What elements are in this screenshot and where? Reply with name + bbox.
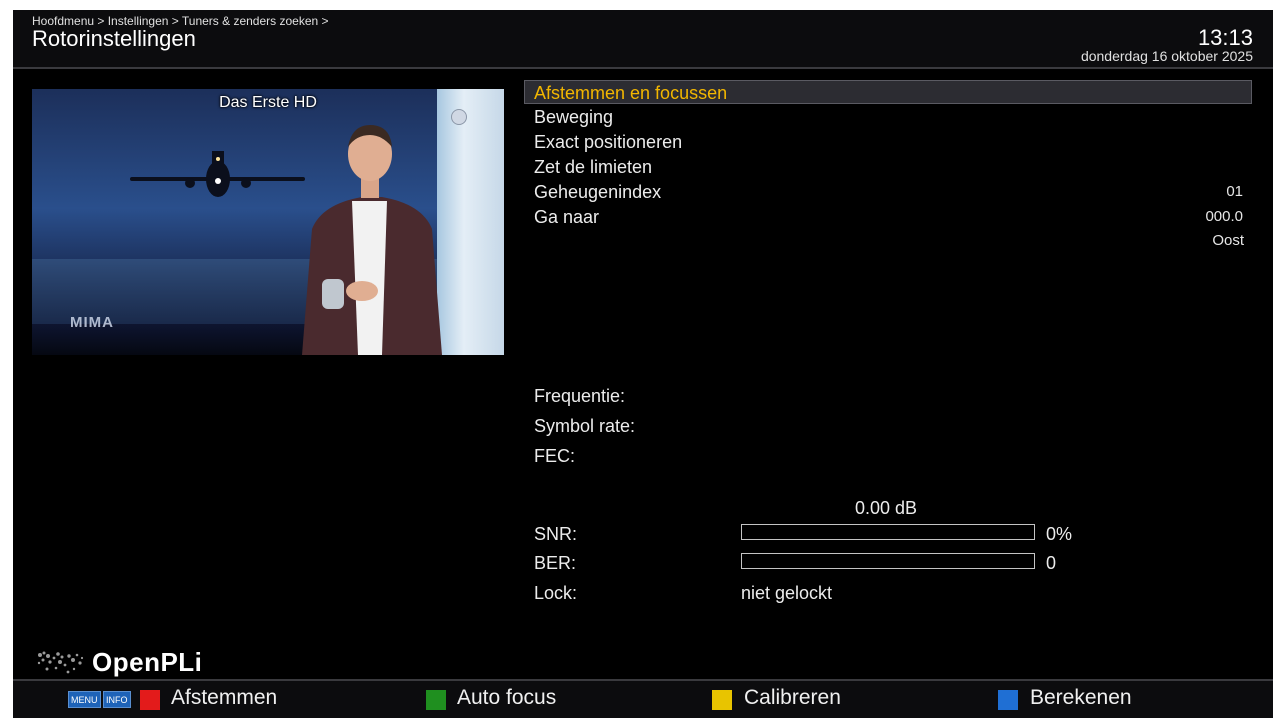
menu-item-zet-de-limieten[interactable]: Zet de limieten <box>524 155 1252 179</box>
footer-bar: MENU INFO Afstemmen Auto focus Calibrere… <box>13 679 1273 718</box>
memory-index-value: 01 <box>1226 183 1243 200</box>
green-key-icon[interactable] <box>426 690 446 710</box>
menu-key-button[interactable]: MENU <box>68 691 101 708</box>
header-bar: Hoofdmenu > Instellingen > Tuners & zend… <box>13 10 1273 69</box>
menu-item-label: Afstemmen en focussen <box>534 83 728 103</box>
tv-preview: Das Erste HD MIMA <box>32 89 504 355</box>
menu-item-label: Geheugenindex <box>534 182 662 202</box>
red-key-label-afstemmen[interactable]: Afstemmen <box>171 686 277 710</box>
menu-item-label: Zet de limieten <box>534 157 653 177</box>
openpli-logo: OpenPLi <box>34 643 234 679</box>
menu-item-label: Beweging <box>534 107 614 127</box>
snr-label: SNR: <box>534 524 578 544</box>
menu-item-beweging[interactable]: Beweging <box>524 105 1252 129</box>
menu-item-exact-positioneren[interactable]: Exact positioneren <box>524 130 1252 154</box>
snr-bar <box>741 524 1035 540</box>
lock-status: niet gelockt <box>741 583 833 603</box>
menu-item-label: Ga naar <box>534 207 600 227</box>
symbol-rate-label: Symbol rate: <box>534 416 636 436</box>
fec-label: FEC: <box>534 446 576 466</box>
signal-db-value: 0.00 dB <box>855 498 918 518</box>
channel-watermark: MIMA <box>70 314 114 331</box>
menu-item-afstemmen-en-focussen[interactable]: Afstemmen en focussen <box>524 80 1252 104</box>
lock-label: Lock: <box>534 583 578 603</box>
world-map-icon <box>37 651 84 674</box>
goto-position-value: 000.0 <box>1205 208 1243 225</box>
red-key-icon[interactable] <box>140 690 160 710</box>
blue-key-label-berekenen[interactable]: Berekenen <box>1030 686 1132 710</box>
menu-item-geheugenindex[interactable]: Geheugenindex 01 <box>524 180 1252 204</box>
brand-name: OpenPLi <box>92 647 203 677</box>
ber-value: 0 <box>1046 553 1057 573</box>
airplane-image <box>130 151 305 197</box>
date: donderdag 16 oktober 2025 <box>1080 48 1253 64</box>
ber-bar <box>741 553 1035 569</box>
yellow-key-label-calibreren[interactable]: Calibreren <box>744 686 841 710</box>
yellow-key-icon[interactable] <box>712 690 732 710</box>
frequency-label: Frequentie: <box>534 386 626 406</box>
rotor-settings-screen: Hoofdmenu > Instellingen > Tuners & zend… <box>13 10 1273 718</box>
menu-item-label: Exact positioneren <box>534 132 683 152</box>
page-title: Rotorinstellingen <box>32 26 196 51</box>
ber-label: BER: <box>534 553 577 573</box>
goto-direction-value: Oost <box>1212 232 1244 249</box>
green-key-label-auto-focus[interactable]: Auto focus <box>457 686 556 710</box>
snr-value: 0% <box>1046 524 1073 544</box>
menu-item-ga-naar[interactable]: Ga naar 000.0 <box>524 205 1252 229</box>
channel-name: Das Erste HD <box>219 94 317 111</box>
presenter-image <box>302 125 442 355</box>
blue-key-icon[interactable] <box>998 690 1018 710</box>
info-key-button[interactable]: INFO <box>103 691 131 708</box>
